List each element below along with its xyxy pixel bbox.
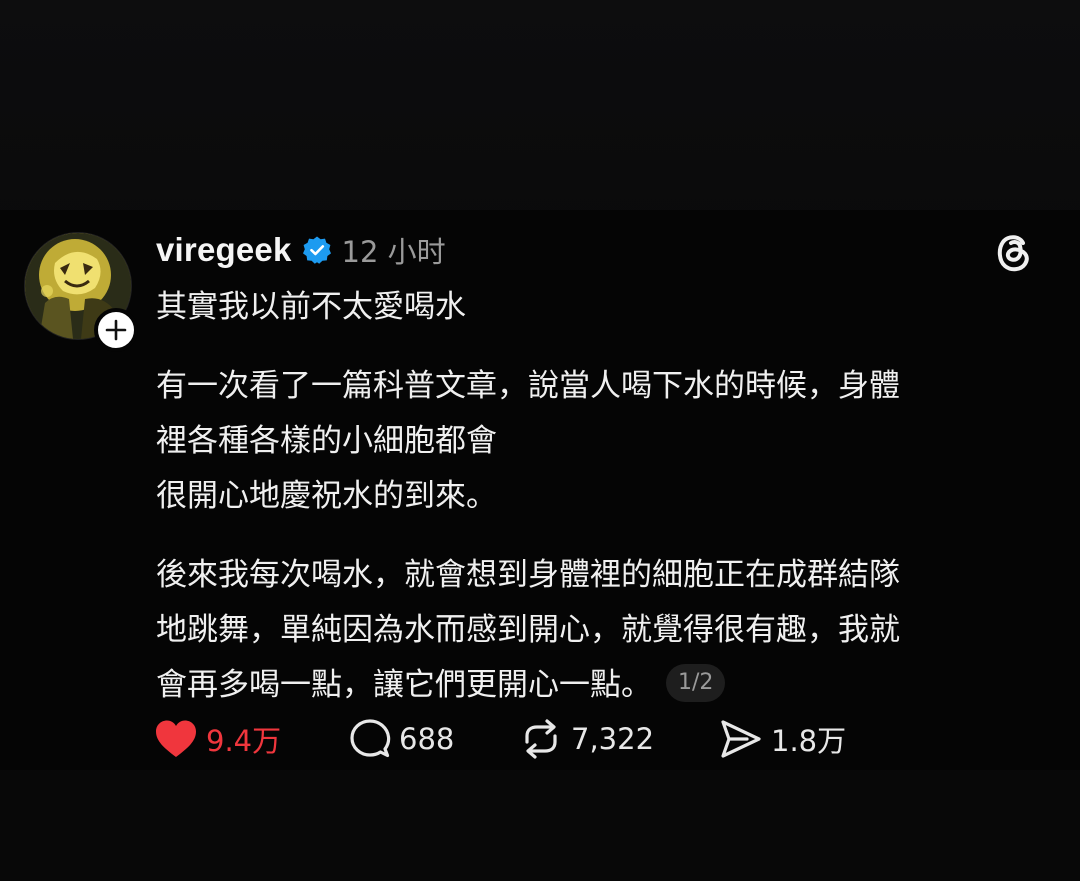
- comment-icon: [350, 719, 391, 758]
- send-icon: [721, 720, 761, 758]
- post-paragraph-3: 後來我每次喝水，就會想到身體裡的細胞正在成群結隊 地跳舞，單純因為水而感到開心，…: [156, 548, 1036, 713]
- post-line: 後來我每次喝水，就會想到身體裡的細胞正在成群結隊: [156, 557, 900, 593]
- post-paragraph-1: 其實我以前不太愛喝水: [156, 280, 1036, 335]
- post-card: viregeek 12 小时 其實我以前不太愛喝水 有一次看了一篇科普文章，說當…: [0, 210, 1080, 770]
- post-line: 很開心地慶祝水的到來。: [156, 478, 497, 514]
- share-count: 1.8万: [771, 724, 847, 758]
- verified-badge-icon: [302, 236, 331, 264]
- heart-icon: [156, 720, 196, 757]
- post-body: 其實我以前不太愛喝水 有一次看了一篇科普文章，說當人喝下水的時候，身體 裡各種各…: [156, 280, 1036, 713]
- page: viregeek 12 小时 其實我以前不太愛喝水 有一次看了一篇科普文章，說當…: [0, 0, 1080, 881]
- action-bar: 9.4万 688 7,322 1.8万: [154, 715, 846, 763]
- reply-count: 688: [399, 722, 455, 756]
- post-line: 地跳舞，單純因為水而感到開心，就覺得很有趣，我就: [156, 612, 900, 648]
- reply-button[interactable]: 688: [349, 718, 519, 760]
- username-link[interactable]: viregeek: [156, 231, 292, 269]
- post-paragraph-2: 有一次看了一篇科普文章，說當人喝下水的時候，身體 裡各種各樣的小細胞都會 很開心…: [156, 359, 1036, 524]
- plus-icon: [105, 319, 127, 341]
- post-line: 會再多喝一點，讓它們更開心一點。: [156, 667, 652, 703]
- post-line: 有一次看了一篇科普文章，說當人喝下水的時候，身體: [156, 368, 900, 404]
- page-indicator: 1/2: [666, 663, 726, 702]
- avatar-container: [24, 232, 138, 352]
- post-line: 裡各種各樣的小細胞都會: [156, 423, 497, 459]
- share-button[interactable]: 1.8万: [719, 718, 846, 760]
- repost-icon: [525, 719, 557, 759]
- like-button[interactable]: 9.4万: [154, 718, 349, 760]
- like-count: 9.4万: [206, 724, 282, 758]
- post-header: viregeek 12 小时: [156, 228, 446, 272]
- post-line: 其實我以前不太愛喝水: [156, 289, 466, 325]
- threads-logo-icon[interactable]: [994, 230, 1034, 274]
- repost-count: 7,322: [571, 722, 655, 756]
- repost-button[interactable]: 7,322: [519, 718, 719, 760]
- follow-button[interactable]: [94, 308, 138, 352]
- post-timestamp: 12 小时: [341, 235, 446, 269]
